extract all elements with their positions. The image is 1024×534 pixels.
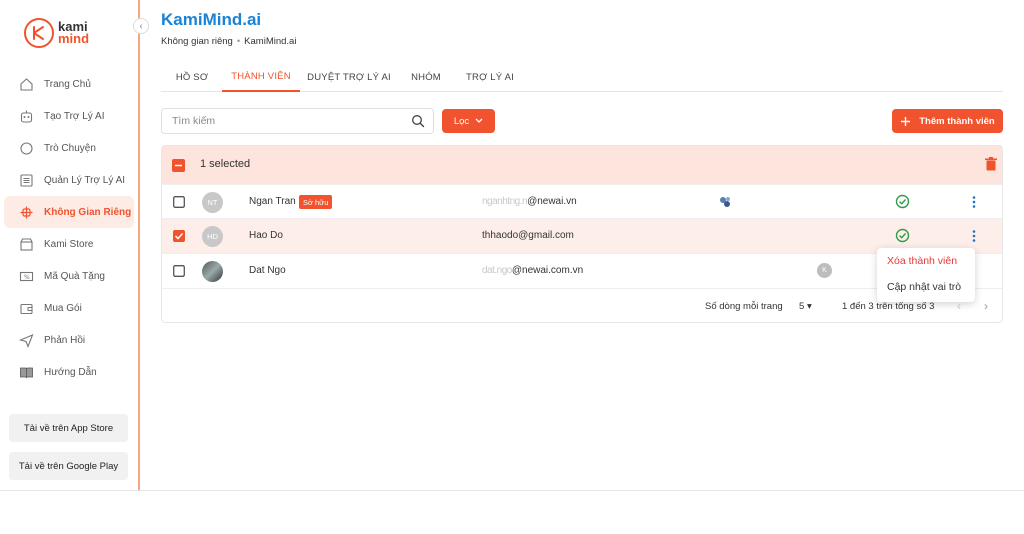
sidebar-item-label: Hướng Dẫn [44, 366, 97, 378]
plus-icon [901, 116, 911, 126]
member-name: Dat Ngo [249, 265, 286, 276]
select-all-checkbox[interactable] [172, 159, 185, 172]
brand-logo[interactable]: kami mind [24, 18, 89, 48]
sidebar-item-label: Không Gian Riêng [44, 206, 132, 218]
group-avatar: K [817, 263, 832, 278]
sidebar-item-private-space[interactable]: Không Gian Riêng [4, 196, 134, 228]
breadcrumb-item[interactable]: Không gian riêng [161, 36, 233, 47]
sidebar-item-home[interactable]: Trang Chủ [4, 68, 134, 100]
search-input[interactable] [162, 109, 392, 133]
page-range: 1 đến 3 trên tổng số 3 [842, 301, 935, 312]
private-space-icon [18, 204, 34, 220]
tab-profile[interactable]: HỒ SƠ [163, 62, 221, 92]
search-icon[interactable] [411, 114, 425, 128]
row-checkbox[interactable] [173, 196, 185, 208]
footer-divider [0, 490, 1024, 491]
sidebar: kami mind Trang Chủ Tạo Trợ Lý AI Trò Ch… [0, 0, 140, 490]
search-box [161, 108, 434, 134]
page-title: KamiMind.ai [161, 10, 262, 29]
tab-groups[interactable]: NHÓM [395, 62, 457, 92]
email-masked: dat.ngo [482, 265, 512, 276]
add-member-label: Thêm thành viên [919, 115, 995, 127]
svg-text:%: % [24, 274, 30, 281]
tab-members[interactable]: THÀNH VIÊN [222, 62, 300, 92]
wallet-icon [18, 300, 34, 316]
sidebar-item-label: Kami Store [44, 238, 94, 250]
home-icon [18, 76, 34, 92]
breadcrumb-separator: • [236, 36, 241, 47]
member-name: Ngan Tran [249, 196, 296, 207]
sidebar-item-create-assistant[interactable]: Tạo Trợ Lý AI [4, 100, 134, 132]
sidebar-item-label: Trò Chuyện [44, 142, 96, 154]
rows-per-page-value: 5 [799, 301, 805, 312]
member-name: Hao Do [249, 230, 283, 241]
check-circle-icon [895, 228, 910, 243]
tab-assistants[interactable]: TRỢ LÝ AI [458, 62, 522, 92]
sidebar-collapse-button[interactable]: ‹ [133, 18, 149, 34]
selection-count: 1 selected [200, 158, 251, 170]
email-domain: @newai.vn [527, 196, 577, 207]
sidebar-item-label: Tạo Trợ Lý AI [44, 110, 105, 122]
sidebar-item-label: Phản Hồi [44, 334, 86, 346]
guide-book-icon [18, 364, 34, 380]
add-member-button[interactable]: Thêm thành viên [892, 109, 1003, 133]
tab-bar: HỒ SƠ THÀNH VIÊN DUYỆT TRỢ LÝ AI NHÓM TR… [161, 62, 1003, 92]
remove-member-item[interactable]: Xóa thành viên [877, 248, 975, 274]
store-icon [18, 236, 34, 252]
rows-per-page-select[interactable]: 5 ▾ [799, 301, 812, 312]
voucher-icon: % [18, 268, 34, 284]
breadcrumb-item: KamiMind.ai [244, 36, 297, 47]
chevron-down-icon [475, 118, 483, 123]
sidebar-item-chat[interactable]: Trò Chuyện [4, 132, 134, 164]
member-email: nganhtng.n@newai.vn [482, 196, 577, 207]
sidebar-item-feedback[interactable]: Phản Hồi [4, 324, 134, 356]
breadcrumb: Không gian riêng • KamiMind.ai [161, 36, 296, 47]
google-play-button[interactable]: Tải về trên Google Play [9, 452, 128, 480]
email-domain: @newai.com.vn [511, 265, 584, 276]
check-circle-icon [895, 194, 910, 209]
selection-bar: 1 selected [162, 146, 1002, 184]
sidebar-item-buy-package[interactable]: Mua Gói [4, 292, 134, 324]
rows-per-page-label: Số dòng mỗi trang [705, 301, 783, 312]
member-context-menu: Xóa thành viên Cập nhật vai trò [877, 248, 975, 302]
sidebar-item-voucher[interactable]: % Mã Quà Tặng [4, 260, 134, 292]
trash-icon[interactable] [985, 157, 997, 171]
tab-approve-assistants[interactable]: DUYỆT TRỢ LÝ AI [305, 62, 393, 92]
filter-label: Lọc [453, 115, 470, 127]
chevron-left-icon: ‹ [139, 20, 143, 32]
table-row[interactable]: NT Ngan Tran Sở hữu nganhtng.n@newai.vn [162, 184, 1002, 219]
sidebar-item-guide[interactable]: Hướng Dẫn [4, 356, 134, 388]
send-icon [18, 332, 34, 348]
kamimind-logo-icon [24, 18, 54, 48]
next-page-icon[interactable]: › [984, 299, 988, 313]
owner-badge: Sở hữu [299, 195, 333, 209]
chat-icon [18, 140, 34, 156]
email-masked: nganhtng.n [482, 196, 528, 207]
more-vertical-icon[interactable] [969, 195, 979, 209]
sidebar-item-label: Mã Quà Tặng [44, 270, 105, 282]
manage-list-icon [18, 172, 34, 188]
assistant-avatar-icon [720, 197, 730, 207]
avatar: NT [202, 192, 223, 213]
sidebar-item-label: Mua Gói [44, 302, 82, 314]
more-vertical-icon[interactable] [969, 229, 979, 243]
sidebar-nav: Trang Chủ Tạo Trợ Lý AI Trò Chuyện Quản … [4, 68, 134, 388]
sidebar-item-kami-store[interactable]: Kami Store [4, 228, 134, 260]
row-checkbox[interactable] [173, 265, 185, 277]
avatar: HD [202, 226, 223, 247]
create-assistant-icon [18, 108, 34, 124]
member-email: dat.ngo@newai.com.vn [482, 265, 583, 276]
caret-down-icon: ▾ [806, 301, 812, 312]
member-email: thhaodo@gmail.com [482, 230, 574, 241]
filter-button[interactable]: Lọc [442, 109, 495, 133]
row-checkbox[interactable] [173, 230, 185, 242]
sidebar-item-manage-assistants[interactable]: Quản Lý Trợ Lý AI [4, 164, 134, 196]
app-store-button[interactable]: Tải về trên App Store [9, 414, 128, 442]
brand-wordmark: kami mind [58, 19, 90, 46]
sidebar-item-label: Quản Lý Trợ Lý AI [44, 174, 126, 186]
update-role-item[interactable]: Cập nhật vai trò [877, 274, 975, 300]
sidebar-item-label: Trang Chủ [44, 78, 91, 90]
avatar [202, 261, 223, 282]
